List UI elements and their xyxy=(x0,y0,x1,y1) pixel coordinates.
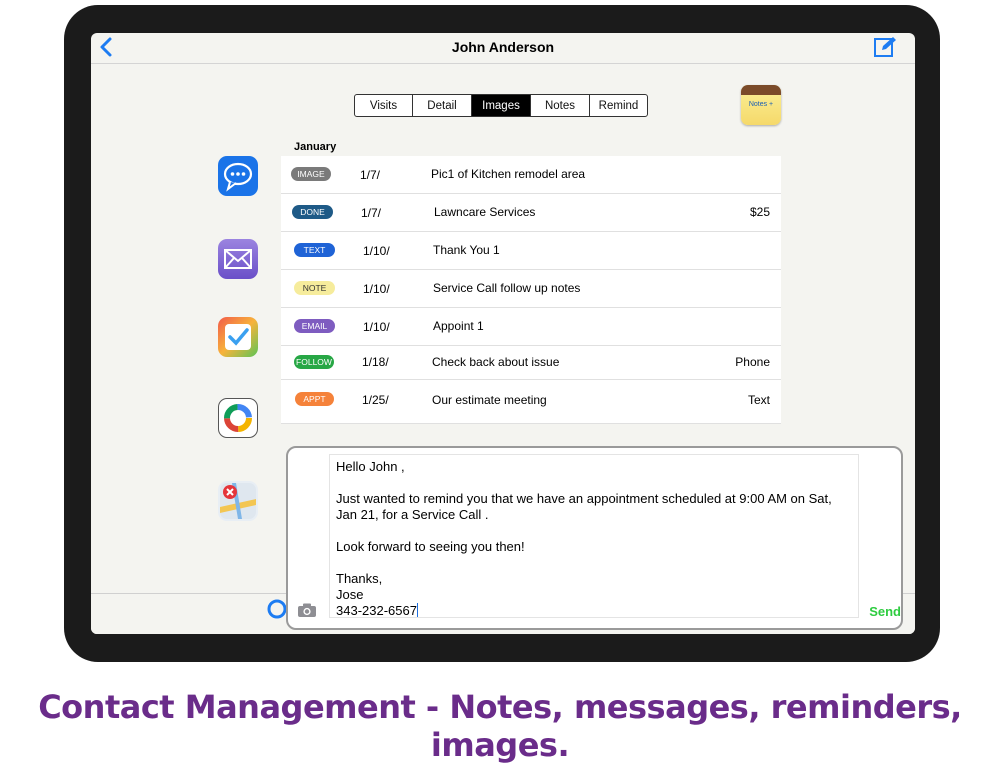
type-badge: TEXT xyxy=(294,243,335,257)
message-compose-panel: Hello John , Just wanted to remind you t… xyxy=(286,446,903,630)
list-item[interactable]: EMAIL 1/10/ Appoint 1 xyxy=(281,308,781,346)
edit-icon[interactable] xyxy=(873,35,897,59)
compass-icon[interactable] xyxy=(267,599,287,619)
type-badge: IMAGE xyxy=(291,167,331,181)
entry-date: 1/10/ xyxy=(363,282,390,296)
list-item[interactable]: APPT 1/25/ Our estimate meeting Text xyxy=(281,380,781,424)
entry-date: 1/10/ xyxy=(363,320,390,334)
photos-icon[interactable] xyxy=(218,398,258,438)
type-badge: EMAIL xyxy=(294,319,335,333)
entry-date: 1/25/ xyxy=(362,393,389,407)
entry-description: Service Call follow up notes xyxy=(433,281,581,295)
entry-description: Thank You 1 xyxy=(433,243,500,257)
entry-date: 1/10/ xyxy=(363,244,390,258)
type-badge: NOTE xyxy=(294,281,335,295)
message-body: Just wanted to remind you that we have a… xyxy=(336,491,836,522)
message-sender-name: Jose xyxy=(336,587,364,602)
checkmark-icon xyxy=(225,324,251,350)
message-icon[interactable] xyxy=(218,156,258,196)
notes-plus-label: Notes + xyxy=(748,101,774,108)
message-greeting: Hello John , xyxy=(336,459,405,474)
message-signoff: Thanks, xyxy=(336,571,383,586)
type-badge: FOLLOW xyxy=(294,355,334,369)
entry-amount: $25 xyxy=(749,205,770,219)
photo-aperture-icon xyxy=(224,404,252,432)
send-button[interactable]: Send xyxy=(869,604,901,619)
entries-list: IMAGE 1/7/ Pic1 of Kitchen remodel area … xyxy=(281,156,781,424)
type-badge: DONE xyxy=(292,205,333,219)
entry-description: Lawncare Services xyxy=(434,205,536,219)
mail-icon[interactable] xyxy=(218,239,258,279)
message-phone: 343-232-6567 xyxy=(336,603,417,618)
type-badge: APPT xyxy=(295,392,334,406)
message-bubble-icon xyxy=(223,162,253,192)
notes-plus-button[interactable]: Notes + xyxy=(741,85,781,125)
list-item[interactable]: DONE 1/7/ Lawncare Services $25 xyxy=(281,194,781,232)
tab-bar: Visits Detail Images Notes Remind xyxy=(354,94,648,117)
entry-method: Phone xyxy=(735,355,770,369)
entry-description: Pic1 of Kitchen remodel area xyxy=(431,167,586,181)
list-item[interactable]: IMAGE 1/7/ Pic1 of Kitchen remodel area xyxy=(281,156,781,194)
promo-caption: Contact Management - Notes, messages, re… xyxy=(38,688,962,764)
checklist-icon[interactable] xyxy=(218,317,258,357)
entry-date: 1/7/ xyxy=(360,168,381,182)
list-item[interactable]: NOTE 1/10/ Service Call follow up notes xyxy=(281,270,781,308)
maps-icon[interactable] xyxy=(218,481,258,521)
entry-date: 1/7/ xyxy=(361,206,382,220)
tab-visits[interactable]: Visits xyxy=(355,95,413,116)
list-item[interactable]: FOLLOW 1/18/ Check back about issue Phon… xyxy=(281,346,781,380)
entry-description: Our estimate meeting xyxy=(432,393,547,407)
envelope-icon xyxy=(224,249,252,269)
page-title: John Anderson xyxy=(451,39,555,55)
message-text-area[interactable]: Hello John , Just wanted to remind you t… xyxy=(329,454,859,618)
tab-notes[interactable]: Notes xyxy=(531,95,590,116)
entry-method: Text xyxy=(747,393,770,407)
app-screen: John Anderson Visits Detail Images Notes… xyxy=(91,33,915,634)
month-header: January xyxy=(294,141,337,153)
camera-icon[interactable] xyxy=(297,602,317,618)
tab-images[interactable]: Images xyxy=(472,95,531,116)
notepad-binding xyxy=(741,85,781,95)
message-closing: Look forward to seeing you then! xyxy=(336,539,525,554)
text-cursor xyxy=(416,603,419,617)
map-pin-icon xyxy=(220,483,256,519)
entry-description: Appoint 1 xyxy=(433,319,484,333)
entry-date: 1/18/ xyxy=(362,355,389,369)
navigation-bar: John Anderson xyxy=(91,33,915,64)
entry-description: Check back about issue xyxy=(432,355,560,369)
tab-remind[interactable]: Remind xyxy=(590,95,647,116)
tab-detail[interactable]: Detail xyxy=(413,95,472,116)
list-item[interactable]: TEXT 1/10/ Thank You 1 xyxy=(281,232,781,270)
